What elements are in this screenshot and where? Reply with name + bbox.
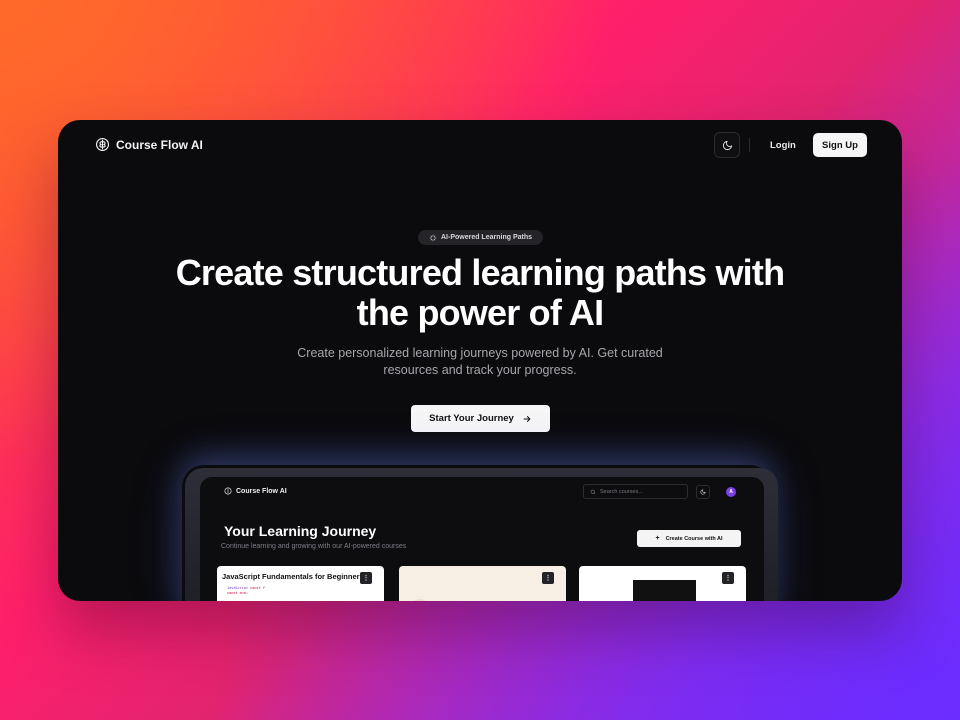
hero-subtitle: Create personalized learning journeys po… <box>58 345 902 379</box>
app-window: Course Flow AI Login Sign Up AI-Powered … <box>58 120 902 601</box>
avatar[interactable]: A <box>726 487 736 497</box>
start-journey-button[interactable]: Start Your Journey <box>411 405 550 432</box>
brain-icon <box>96 138 109 151</box>
preview-theme-toggle[interactable] <box>696 485 710 499</box>
hero-title: Create structured learning paths with th… <box>58 253 902 333</box>
course-thumbnail <box>411 599 429 601</box>
preview-search-input[interactable]: Search courses... <box>583 484 688 499</box>
hero-title-line-1: Create structured learning paths with <box>175 252 785 293</box>
start-journey-label: Start Your Journey <box>429 413 514 424</box>
top-nav: Course Flow AI Login Sign Up <box>58 120 902 170</box>
preview-page-subtitle: Continue learning and growing with our A… <box>221 543 407 550</box>
create-course-button[interactable]: + Create Course with AI <box>637 530 741 547</box>
brain-icon <box>224 487 232 495</box>
brand-logo[interactable]: Course Flow AI <box>95 137 203 152</box>
preview-search-placeholder: Search courses... <box>600 488 643 495</box>
search-icon <box>590 489 596 494</box>
course-card[interactable]: ⋮ JS <box>579 566 746 601</box>
preview-page-title: Your Learning Journey <box>224 523 377 539</box>
hero-badge: AI-Powered Learning Paths <box>418 230 543 245</box>
theme-toggle-button[interactable] <box>714 132 740 158</box>
arrow-right-icon <box>523 415 531 422</box>
js-logo: JS <box>633 580 696 601</box>
hero-subtitle-line-1: Create personalized learning journeys po… <box>297 346 663 360</box>
course-card-title: JavaScript Fundamentals for Beginners <box>222 572 364 581</box>
hero-subtitle-line-2: resources and track your progress. <box>383 363 577 377</box>
card-menu-icon[interactable]: ⋮ <box>542 572 554 584</box>
preview-brand-name: Course Flow AI <box>236 487 287 495</box>
card-menu-icon[interactable]: ⋮ <box>360 572 372 584</box>
sparkles-icon <box>429 234 437 241</box>
create-course-label: Create Course with AI <box>665 535 723 542</box>
preview-brand: Course Flow AI <box>224 487 287 495</box>
login-button[interactable]: Login <box>760 133 806 157</box>
hero-badge-label: AI-Powered Learning Paths <box>440 234 533 241</box>
signup-button[interactable]: Sign Up <box>813 133 867 157</box>
brand-name: Course Flow AI <box>116 137 203 152</box>
card-menu-icon[interactable]: ⋮ <box>722 572 734 584</box>
hero-title-line-2: the power of AI <box>356 292 604 333</box>
course-card[interactable]: JavaScript Fundamentals for Beginners ⋮ … <box>217 566 384 601</box>
plus-icon: + <box>655 535 660 542</box>
moon-icon <box>722 140 732 150</box>
course-card[interactable]: ⋮ <box>399 566 566 601</box>
app-preview-screen: Course Flow AI Search courses... A Your … <box>200 477 764 601</box>
code-thumbnail: JavaScript const f const a=b; <box>227 586 265 595</box>
moon-icon <box>700 489 706 495</box>
nav-divider <box>749 138 750 152</box>
